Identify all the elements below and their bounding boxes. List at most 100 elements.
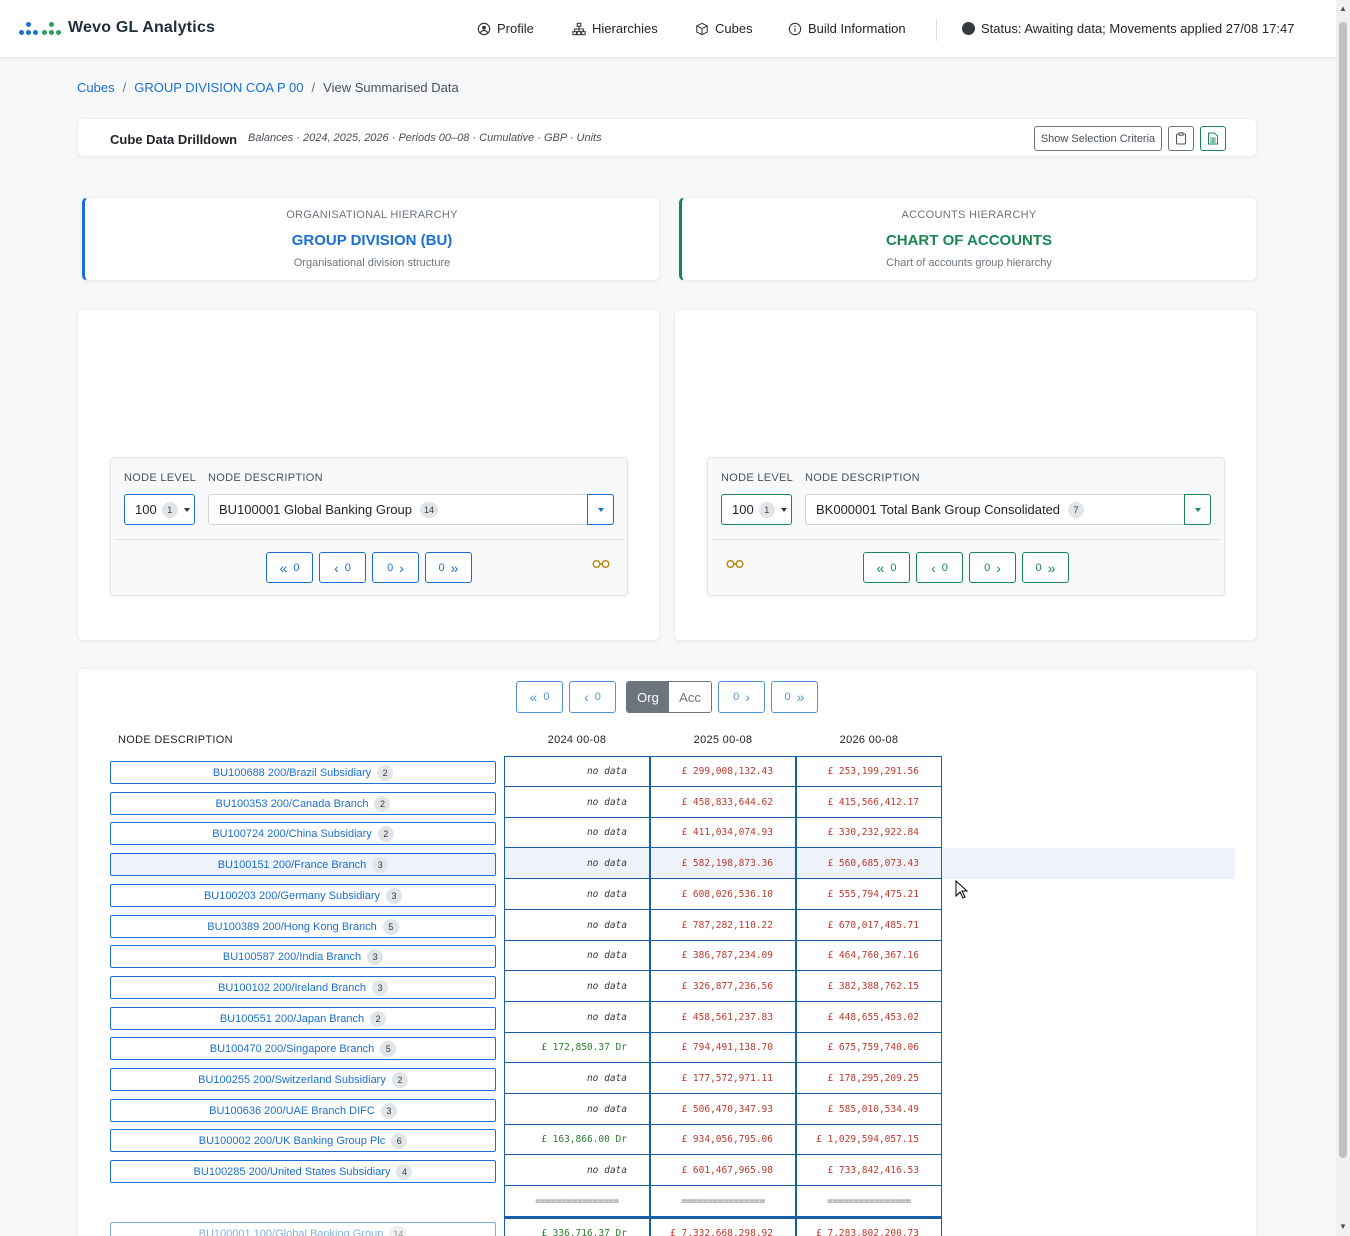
brand[interactable]: Wevo GL Analytics xyxy=(18,19,215,37)
nav-build-information-label: Build Information xyxy=(808,21,906,36)
scroll-thumb[interactable] xyxy=(1339,22,1347,1158)
show-selection-criteria-button[interactable]: Show Selection Criteria xyxy=(1034,126,1162,151)
table-row-node-button[interactable]: BU100551 200/Japan Branch 2 xyxy=(110,1007,496,1030)
top-navbar: Wevo GL Analytics Profile Hierarchies Cu… xyxy=(0,0,1336,58)
acc-first-button[interactable]: «0 xyxy=(863,552,910,583)
table-cell: no data xyxy=(504,1094,650,1125)
table-cell: £ 330,232,922.84 xyxy=(796,817,942,848)
table-cell: £ 506,470,347.93 xyxy=(650,1094,796,1125)
node-description-label: NODE DESCRIPTION xyxy=(805,472,920,484)
table-row-node-button[interactable]: BU100636 200/UAE Branch DIFC 3 xyxy=(110,1099,496,1122)
table-row-node-label: BU100470 200/Singapore Branch xyxy=(209,1042,375,1055)
org-node-level-count: 1 xyxy=(161,501,178,518)
table-row-child-count: 3 xyxy=(380,1102,397,1119)
acc-hierarchy-label: ACCOUNTS HIERARCHY xyxy=(901,209,1037,221)
org-last-button[interactable]: 0» xyxy=(425,552,472,583)
nav-build-information[interactable]: Build Information xyxy=(788,21,906,36)
acc-node-description-select[interactable]: BK000001 Total Bank Group Consolidated 7 xyxy=(805,494,1211,525)
table-last-count: 0 xyxy=(784,691,791,703)
org-acc-toggle[interactable]: Org Acc xyxy=(626,681,712,713)
acc-node-dropdown-toggle[interactable] xyxy=(1184,494,1211,525)
glasses-icon[interactable] xyxy=(726,559,744,572)
table-cell: no data xyxy=(504,848,650,879)
export-spreadsheet-button[interactable] xyxy=(1200,126,1226,151)
total-row-child-count: 14 xyxy=(389,1225,408,1236)
total-row-node-button[interactable]: BU100001 100/Global Banking Group 14 xyxy=(110,1222,496,1236)
hierarchy-icon xyxy=(572,22,586,35)
acc-prev-button[interactable]: ‹ 0 xyxy=(916,552,963,583)
table-row-node-label: BU100255 200/Switzerland Subsidiary xyxy=(198,1073,386,1086)
breadcrumb-cubes-link[interactable]: Cubes xyxy=(77,80,115,95)
table-first-button[interactable]: «0 xyxy=(516,681,563,713)
table-row-node-button[interactable]: BU100203 200/Germany Subsidiary 3 xyxy=(110,884,496,907)
table-first-count: 0 xyxy=(543,691,550,703)
table-row-node-button[interactable]: BU100470 200/Singapore Branch 5 xyxy=(110,1037,496,1060)
org-next-button[interactable]: 0 › xyxy=(372,552,419,583)
table-cell: £ 172,850.37 Dr xyxy=(504,1032,650,1063)
table-row-node-button[interactable]: BU100724 200/China Subsidiary 2 xyxy=(110,822,496,845)
total-row-node-label: BU100001 100/Global Banking Group xyxy=(198,1227,384,1236)
node-level-label: NODE LEVEL xyxy=(721,472,794,484)
org-prev-button[interactable]: ‹ 0 xyxy=(319,552,366,583)
table-cell: £ 163,866.00 Dr xyxy=(504,1124,650,1155)
node-level-label: NODE LEVEL xyxy=(124,472,197,484)
table-row-node-label: BU100724 200/China Subsidiary xyxy=(212,827,372,840)
copy-clipboard-button[interactable] xyxy=(1168,126,1194,151)
table-row-node-button[interactable]: BU100255 200/Switzerland Subsidiary 2 xyxy=(110,1068,496,1091)
org-node-dropdown-toggle[interactable] xyxy=(587,494,614,525)
acc-hierarchy-description: Chart of accounts group hierarchy xyxy=(886,257,1052,269)
column-header-year-3: 2026 00-08 xyxy=(839,734,899,746)
acc-selector-panel: NODE LEVEL NODE DESCRIPTION 100 1 BK0000… xyxy=(674,309,1257,641)
table-cell: £ 670,017,485.71 xyxy=(796,910,942,941)
table-row-node-button[interactable]: BU100587 200/India Branch 3 xyxy=(110,945,496,968)
acc-next-button[interactable]: 0 › xyxy=(969,552,1016,583)
table-row-node-button[interactable]: BU100285 200/United States Subsidiary 4 xyxy=(110,1160,496,1183)
table-last-button[interactable]: 0» xyxy=(771,681,818,713)
scroll-down-icon[interactable]: ▼ xyxy=(1339,1222,1347,1231)
acc-hierarchy-card: ACCOUNTS HIERARCHY CHART OF ACCOUNTS Cha… xyxy=(679,197,1257,281)
table-cell: £ 601,467,965.98 xyxy=(650,1155,796,1186)
table-row-node-button[interactable]: BU100389 200/Hong Kong Branch 5 xyxy=(110,915,496,938)
acc-prev-count: 0 xyxy=(941,561,948,574)
nav-hierarchies-label: Hierarchies xyxy=(592,21,658,36)
table-separator-cell: ================ xyxy=(650,1186,796,1217)
table-next-button[interactable]: 0 › xyxy=(718,681,765,713)
table-cell: £ 177,572,971.11 xyxy=(650,1063,796,1094)
breadcrumb-cube-link[interactable]: GROUP DIVISION COA P 00 xyxy=(134,80,303,95)
page-scrollbar[interactable]: ▲ ▼ xyxy=(1336,0,1350,1236)
status-text: Status: Awaiting data; Movements applied… xyxy=(981,21,1295,36)
glasses-icon[interactable] xyxy=(592,559,610,572)
nav-cubes[interactable]: Cubes xyxy=(695,21,753,36)
acc-node-level-select[interactable]: 100 1 xyxy=(721,494,792,525)
table-row-node-button[interactable]: BU100353 200/Canada Branch 2 xyxy=(110,792,496,815)
org-first-button[interactable]: «0 xyxy=(266,552,313,583)
table-cell: no data xyxy=(504,879,650,910)
table-row-node-button[interactable]: BU100688 200/Brazil Subsidiary 2 xyxy=(110,761,496,784)
table-cell: no data xyxy=(504,910,650,941)
double-chevron-right-icon: » xyxy=(796,689,805,705)
table-row-node-button[interactable]: BU100102 200/Ireland Branch 3 xyxy=(110,976,496,999)
user-circle-icon xyxy=(477,22,491,35)
org-node-count: 14 xyxy=(419,501,438,518)
acc-last-button[interactable]: 0» xyxy=(1022,552,1069,583)
table-cell: £ 675,759,740.06 xyxy=(796,1032,942,1063)
table-cell: £ 1,029,594,057.15 xyxy=(796,1124,942,1155)
table-row-node-button[interactable]: BU100151 200/France Branch 3 xyxy=(110,853,496,876)
table-row-child-count: 2 xyxy=(370,1010,387,1027)
scroll-up-icon[interactable]: ▲ xyxy=(1339,4,1347,13)
toggle-org[interactable]: Org xyxy=(627,682,669,712)
table-row-child-count: 3 xyxy=(386,887,403,904)
org-node-level-select[interactable]: 100 1 xyxy=(124,494,195,525)
table-prev-button[interactable]: ‹ 0 xyxy=(569,681,616,713)
table-row-node-button[interactable]: BU100002 200/UK Banking Group Plc 6 xyxy=(110,1129,496,1152)
chevron-down-icon xyxy=(597,507,604,512)
spreadsheet-icon xyxy=(1208,132,1218,145)
double-chevron-right-icon: » xyxy=(1047,559,1056,576)
app-title: Wevo GL Analytics xyxy=(68,19,216,36)
org-node-description-select[interactable]: BU100001 Global Banking Group 14 xyxy=(208,494,614,525)
table-row-node-label: BU100389 200/Hong Kong Branch xyxy=(207,920,377,933)
nav-hierarchies[interactable]: Hierarchies xyxy=(572,21,658,36)
nav-profile[interactable]: Profile xyxy=(477,21,534,36)
toggle-acc[interactable]: Acc xyxy=(669,682,711,712)
chevron-down-icon xyxy=(1194,507,1201,512)
